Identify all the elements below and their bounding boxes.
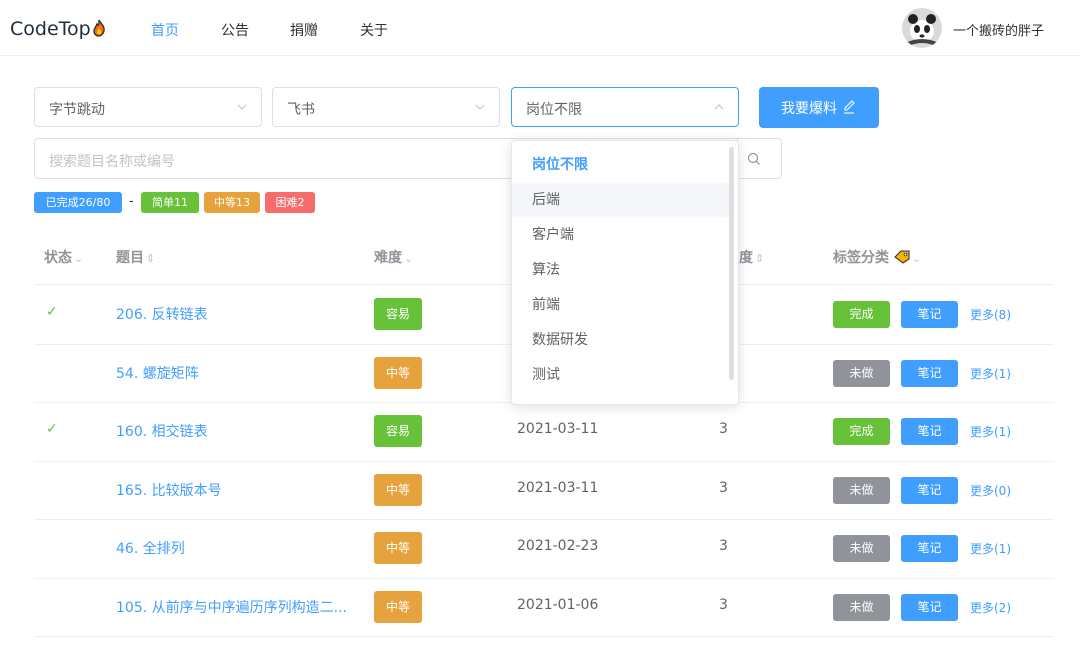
tag-icon xyxy=(894,250,910,264)
frequency-value: 3 xyxy=(719,421,728,438)
nav-donate[interactable]: 捐赠 xyxy=(290,20,318,40)
problem-title-link[interactable]: 46. 全排列 xyxy=(116,538,185,558)
difficulty-badge: 容易 xyxy=(374,298,422,331)
status-button[interactable]: 未做 xyxy=(833,535,890,563)
more-link[interactable]: 更多(1) xyxy=(970,365,1011,382)
difficulty-badge: 中等 xyxy=(374,356,422,389)
company-select[interactable]: 字节跳动 xyxy=(34,87,262,127)
last-seen-date: 2021-02-23 xyxy=(517,538,599,555)
dropdown-option[interactable]: 岗位不限 xyxy=(512,148,732,182)
position-select[interactable]: 岗位不限 xyxy=(511,87,739,127)
panda-avatar-icon xyxy=(902,8,942,48)
pen-icon xyxy=(844,100,855,114)
difficulty-badge: 容易 xyxy=(374,415,422,448)
chevron-down-icon xyxy=(237,104,247,110)
more-link[interactable]: 更多(1) xyxy=(970,423,1011,440)
difficulty-badge: 中等 xyxy=(374,473,422,506)
header-title[interactable]: 题目 ⇕ xyxy=(116,247,155,267)
status-button[interactable]: 未做 xyxy=(833,476,890,504)
status-button[interactable]: 未做 xyxy=(833,593,890,621)
company-select-value: 字节跳动 xyxy=(49,102,105,118)
nav-announcement[interactable]: 公告 xyxy=(221,20,249,40)
medium-count-badge: 中等13 xyxy=(204,192,260,213)
status-button[interactable]: 完成 xyxy=(833,418,890,446)
chevron-down-icon: ⌄ xyxy=(74,252,84,265)
sort-icon: ⇕ xyxy=(755,252,765,265)
header-tags[interactable]: 标签分类 ⌄ xyxy=(833,247,921,267)
chevron-down-icon: ⌄ xyxy=(911,252,922,265)
note-button[interactable]: 笔记 xyxy=(901,301,958,329)
nav-about[interactable]: 关于 xyxy=(360,20,388,40)
search-input[interactable]: 搜索题目名称或编号 xyxy=(49,151,175,171)
done-check-icon: ✓ xyxy=(46,304,58,321)
last-seen-date: 2021-01-06 xyxy=(517,596,599,613)
sort-icon: ⇕ xyxy=(146,252,156,265)
dropdown-scrollbar[interactable] xyxy=(729,147,734,380)
last-seen-date: 2021-03-11 xyxy=(517,479,599,496)
last-seen-date: 2021-03-11 xyxy=(517,421,599,438)
stats-separator: - xyxy=(129,194,134,209)
username[interactable]: 一个搬砖的胖子 xyxy=(953,20,1044,39)
status-button[interactable]: 未做 xyxy=(833,359,890,387)
flame-icon xyxy=(93,19,105,37)
more-link[interactable]: 更多(2) xyxy=(970,599,1011,616)
more-link[interactable]: 更多(0) xyxy=(970,482,1011,499)
submit-report-button[interactable]: 我要爆料 xyxy=(759,87,879,128)
logo[interactable]: CodeTop xyxy=(10,18,106,40)
dropdown-option[interactable]: 测试 xyxy=(512,358,732,392)
frequency-value: 3 xyxy=(719,538,728,555)
frequency-value: 3 xyxy=(719,596,728,613)
header-frequency[interactable]: 度 ⇕ xyxy=(739,247,764,267)
row-divider xyxy=(34,577,1054,579)
department-select-value: 飞书 xyxy=(287,102,315,118)
problem-title-link[interactable]: 165. 比较版本号 xyxy=(116,480,222,500)
frequency-value: 3 xyxy=(719,479,728,496)
problem-title-link[interactable]: 206. 反转链表 xyxy=(116,304,208,324)
done-check-icon: ✓ xyxy=(46,421,58,438)
dropdown-option[interactable]: 后端 xyxy=(512,183,732,217)
status-button[interactable]: 完成 xyxy=(833,301,890,329)
logo-text: CodeTop xyxy=(10,18,91,40)
chevron-down-icon: ⌄ xyxy=(404,252,414,265)
position-select-value: 岗位不限 xyxy=(526,102,582,118)
dropdown-option[interactable]: 前端 xyxy=(512,288,732,322)
row-divider xyxy=(34,460,1054,462)
note-button[interactable]: 笔记 xyxy=(901,359,958,387)
problem-title-link[interactable]: 160. 相交链表 xyxy=(116,421,208,441)
header-difficulty[interactable]: 难度 ⌄ xyxy=(374,247,413,267)
search-icon[interactable] xyxy=(747,152,761,166)
easy-count-badge: 简单11 xyxy=(141,192,199,213)
difficulty-badge: 中等 xyxy=(374,532,422,565)
problem-title-link[interactable]: 105. 从前序与中序遍历序列构造二... xyxy=(116,597,347,617)
problem-title-link[interactable]: 54. 螺旋矩阵 xyxy=(116,363,199,383)
note-button[interactable]: 笔记 xyxy=(901,593,958,621)
dropdown-option[interactable]: 数据研发 xyxy=(512,323,732,357)
more-link[interactable]: 更多(1) xyxy=(970,540,1011,557)
dropdown-option[interactable]: 算法 xyxy=(512,253,732,287)
note-button[interactable]: 笔记 xyxy=(901,418,958,446)
department-select[interactable]: 飞书 xyxy=(272,87,500,127)
submit-report-label: 我要爆料 xyxy=(781,101,837,117)
done-count-badge: 已完成26/80 xyxy=(34,192,122,213)
position-dropdown: 岗位不限 后端 客户端 算法 前端 数据研发 测试 xyxy=(511,140,739,405)
top-navbar: CodeTop 首页 公告 捐赠 关于 一个搬砖的胖子 xyxy=(0,0,1080,56)
hard-count-badge: 困难2 xyxy=(265,192,315,213)
chevron-down-icon xyxy=(475,104,485,110)
nav-home[interactable]: 首页 xyxy=(151,20,179,40)
more-link[interactable]: 更多(8) xyxy=(970,306,1011,323)
note-button[interactable]: 笔记 xyxy=(901,476,958,504)
dropdown-option[interactable]: 客户端 xyxy=(512,218,732,252)
chevron-up-icon xyxy=(714,104,724,110)
header-status[interactable]: 状态 ⌄ xyxy=(44,247,83,267)
row-divider xyxy=(34,519,1054,520)
difficulty-badge: 中等 xyxy=(374,590,422,623)
row-divider xyxy=(34,636,1054,637)
avatar[interactable] xyxy=(902,8,942,48)
note-button[interactable]: 笔记 xyxy=(901,535,958,563)
